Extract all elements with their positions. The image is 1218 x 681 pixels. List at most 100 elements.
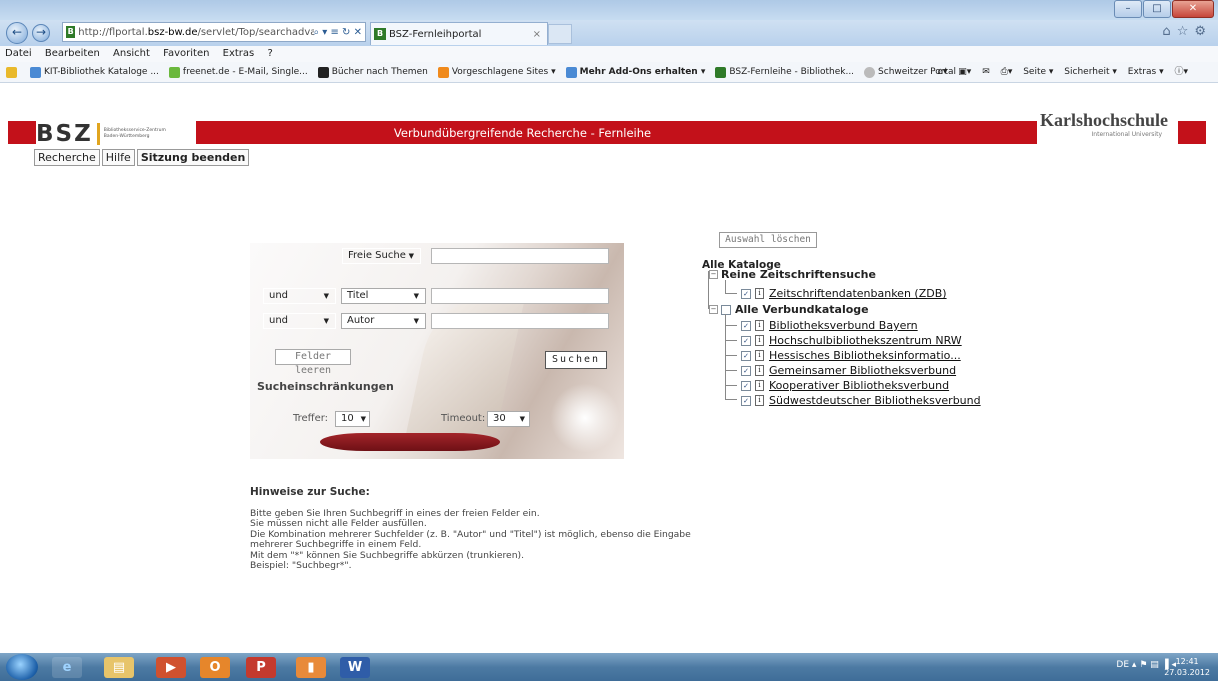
info-icon[interactable]: i bbox=[755, 335, 764, 346]
menu-item-favoriten[interactable]: Favoriten bbox=[163, 48, 209, 59]
checkbox-checked[interactable]: ✓ bbox=[741, 380, 751, 391]
address-tools-icons[interactable]: ⌕ ▾ ≡ ↻ ✕ bbox=[314, 27, 365, 38]
search-button[interactable]: Suchen bbox=[545, 351, 607, 369]
menu-item-help[interactable]: ? bbox=[267, 48, 272, 59]
nav-hilfe[interactable]: Hilfe bbox=[101, 149, 135, 166]
tab-bsz-fernleihportal[interactable]: B BSZ-Fernleihportal × bbox=[370, 22, 548, 45]
nav-sitzung-beenden[interactable]: Sitzung beenden bbox=[136, 149, 250, 166]
catalog-link[interactable]: Kooperativer Bibliotheksverbund bbox=[769, 379, 949, 392]
catalog-item-zdb[interactable]: ✓ i Zeitschriftendatenbanken (ZDB) bbox=[741, 287, 947, 300]
home-menu-icon[interactable]: ⌂▾ bbox=[937, 67, 947, 77]
catalog-item-swb[interactable]: ✓ i Südwestdeutscher Bibliotheksverbund bbox=[741, 394, 981, 407]
info-icon[interactable]: i bbox=[755, 365, 764, 376]
catalog-link[interactable]: Südwestdeutscher Bibliotheksverbund bbox=[769, 394, 981, 407]
checkbox-checked[interactable]: ✓ bbox=[741, 288, 751, 299]
operator-select-3[interactable]: und ▼ bbox=[263, 313, 336, 329]
field-select-2[interactable]: Titel ▼ bbox=[341, 288, 426, 304]
collapse-icon[interactable]: − bbox=[709, 305, 718, 314]
favorite-item[interactable]: Vorgeschlagene Sites ▾ bbox=[437, 66, 556, 78]
nav-recherche[interactable]: Recherche bbox=[34, 149, 100, 166]
back-button[interactable]: ← bbox=[6, 22, 28, 44]
field-select-3[interactable]: Autor ▼ bbox=[341, 313, 426, 329]
tab-close-icon[interactable]: × bbox=[533, 29, 541, 40]
ie-page-icon bbox=[30, 66, 41, 78]
operator-select-2[interactable]: und ▼ bbox=[263, 288, 336, 304]
catalog-item-kobv[interactable]: ✓ i Kooperativer Bibliotheksverbund bbox=[741, 379, 949, 392]
close-window-button[interactable]: ✕ bbox=[1172, 0, 1214, 18]
language-indicator[interactable]: DE bbox=[1116, 660, 1129, 670]
network-icon[interactable]: ▤ bbox=[1150, 660, 1159, 670]
favorite-item[interactable]: KIT-Bibliothek Kataloge ... bbox=[30, 66, 159, 78]
info-icon[interactable]: i bbox=[755, 395, 764, 406]
checkbox-checked[interactable]: ✓ bbox=[741, 320, 751, 331]
command-sicherheit[interactable]: Sicherheit ▾ bbox=[1064, 67, 1117, 77]
flag-icon[interactable]: ⚑ bbox=[1139, 660, 1147, 670]
powerpoint-taskbar-icon[interactable]: P bbox=[246, 657, 276, 678]
favorite-item[interactable]: freenet.de - E-Mail, Single... bbox=[168, 66, 308, 78]
address-url[interactable]: http://flportal.bsz-bw.de/servlet/Top/se… bbox=[78, 27, 313, 38]
menu-item-datei[interactable]: Datei bbox=[5, 48, 32, 59]
catalog-item-bayern[interactable]: ✓ i Bibliotheksverbund Bayern bbox=[741, 319, 918, 332]
command-seite[interactable]: Seite ▾ bbox=[1023, 67, 1053, 77]
command-extras[interactable]: Extras ▾ bbox=[1128, 67, 1164, 77]
checkbox-checked[interactable]: ✓ bbox=[741, 395, 751, 406]
timeout-select[interactable]: 30 ▼ bbox=[487, 411, 530, 427]
favorite-item[interactable]: Bücher nach Themen bbox=[317, 66, 428, 78]
mail-icon[interactable]: ✉ bbox=[982, 67, 990, 77]
catalog-link[interactable]: Zeitschriftendatenbanken (ZDB) bbox=[769, 287, 947, 300]
collapse-icon[interactable]: − bbox=[709, 270, 718, 279]
field-select-1[interactable]: Freie Suche ▼ bbox=[342, 248, 421, 264]
menu-item-extras[interactable]: Extras bbox=[223, 48, 255, 59]
info-icon[interactable]: i bbox=[755, 320, 764, 331]
catalog-link[interactable]: Gemeinsamer Bibliotheksverbund bbox=[769, 364, 956, 377]
search-input-3[interactable] bbox=[431, 313, 609, 329]
menu-item-bearbeiten[interactable]: Bearbeiten bbox=[45, 48, 100, 59]
catalog-link[interactable]: Bibliotheksverbund Bayern bbox=[769, 319, 918, 332]
search-input-1[interactable] bbox=[431, 248, 609, 264]
home-icon[interactable]: ⌂ bbox=[1162, 24, 1176, 39]
print-icon[interactable]: ⎙▾ bbox=[1001, 67, 1013, 77]
tree-group-verbund[interactable]: − Alle Verbundkataloge bbox=[709, 303, 869, 316]
favorites-star-icon[interactable] bbox=[6, 66, 20, 78]
favorite-item[interactable]: Mehr Add-Ons erhalten ▾ bbox=[565, 66, 705, 78]
minimize-button[interactable]: – bbox=[1114, 0, 1142, 18]
tray-arrow-icon[interactable]: ▴ bbox=[1132, 660, 1137, 670]
info-icon[interactable]: i bbox=[755, 380, 764, 391]
catalog-item-gbv[interactable]: ✓ i Gemeinsamer Bibliotheksverbund bbox=[741, 364, 956, 377]
book-taskbar-icon[interactable]: ▮ bbox=[296, 657, 326, 678]
outlook-taskbar-icon[interactable]: O bbox=[200, 657, 230, 678]
address-bar[interactable]: B http://flportal.bsz-bw.de/servlet/Top/… bbox=[62, 22, 366, 42]
catalog-link[interactable]: Hessisches Bibliotheksinformatio... bbox=[769, 349, 961, 362]
favorites-star-icon[interactable]: ☆ bbox=[1177, 24, 1195, 39]
favorite-item[interactable]: BSZ-Fernleihe - Bibliothek... bbox=[715, 66, 854, 78]
tree-line bbox=[725, 370, 737, 371]
clock[interactable]: 12:41 27.03.2012 bbox=[1164, 656, 1210, 678]
checkbox-checked[interactable]: ✓ bbox=[741, 335, 751, 346]
explorer-taskbar-icon[interactable]: ▤ bbox=[104, 657, 134, 678]
info-icon[interactable]: i bbox=[755, 288, 764, 299]
word-taskbar-icon[interactable]: W bbox=[340, 657, 370, 678]
catalog-item-nrw[interactable]: ✓ i Hochschulbibliothekszentrum NRW bbox=[741, 334, 962, 347]
search-input-2[interactable] bbox=[431, 288, 609, 304]
menu-item-ansicht[interactable]: Ansicht bbox=[113, 48, 150, 59]
media-player-taskbar-icon[interactable]: ▶ bbox=[156, 657, 186, 678]
checkbox-checked[interactable]: ✓ bbox=[741, 350, 751, 361]
info-icon[interactable]: i bbox=[755, 350, 764, 361]
feeds-icon[interactable]: ▣▾ bbox=[958, 67, 971, 77]
forward-button[interactable]: → bbox=[32, 24, 50, 42]
clear-selection-button[interactable]: Auswahl löschen bbox=[719, 232, 817, 248]
start-button[interactable] bbox=[6, 654, 38, 680]
settings-gear-icon[interactable]: ⚙ bbox=[1194, 24, 1212, 39]
help-icon[interactable]: ⓘ▾ bbox=[1174, 67, 1188, 77]
checkbox-unchecked[interactable] bbox=[721, 304, 731, 315]
tree-group-zeitschriften[interactable]: − Reine Zeitschriftensuche bbox=[709, 268, 876, 281]
catalog-link[interactable]: Hochschulbibliothekszentrum NRW bbox=[769, 334, 962, 347]
new-tab-button[interactable] bbox=[548, 24, 572, 44]
catalog-item-hessen[interactable]: ✓ i Hessisches Bibliotheksinformatio... bbox=[741, 349, 961, 362]
clear-fields-button[interactable]: Felder leeren bbox=[275, 349, 351, 376]
hits-select[interactable]: 10 ▼ bbox=[335, 411, 370, 427]
checkbox-checked[interactable]: ✓ bbox=[741, 365, 751, 376]
maximize-button[interactable]: □ bbox=[1143, 0, 1171, 18]
timeout-select-value: 30 bbox=[493, 413, 506, 424]
ie-taskbar-icon[interactable]: e bbox=[52, 657, 82, 678]
